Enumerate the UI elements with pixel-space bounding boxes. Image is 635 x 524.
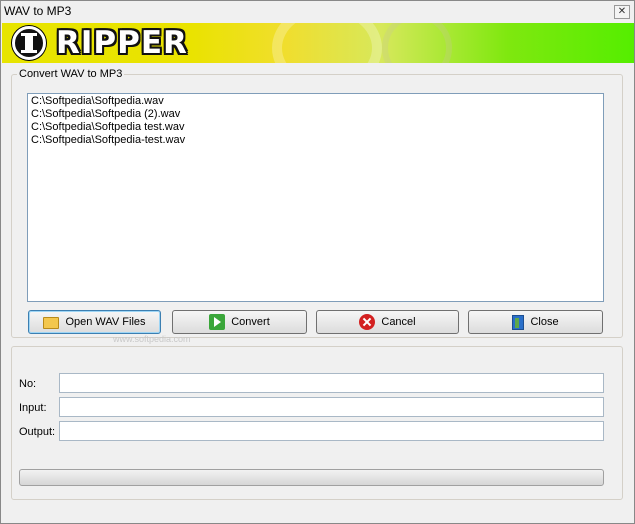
open-wav-files-button[interactable]: Open WAV Files — [28, 310, 161, 334]
exit-door-icon — [512, 314, 525, 330]
convert-group-label: Convert WAV to MP3 — [17, 68, 125, 80]
no-label: No: — [19, 378, 37, 390]
cancel-x-icon — [359, 314, 376, 330]
watermark: www.softpedia.com — [113, 334, 191, 344]
file-list[interactable]: C:\Softpedia\Softpedia.wav C:\Softpedia\… — [27, 93, 604, 302]
title-bar[interactable]: WAV to MP3 ✕ — [1, 1, 634, 23]
ripper-banner: RIPPER — [2, 23, 634, 63]
close-button[interactable]: Close — [468, 310, 603, 334]
list-item[interactable]: C:\Softpedia\Softpedia (2).wav — [31, 108, 600, 121]
progress-bar — [19, 469, 604, 486]
close-button-label: Close — [530, 316, 559, 328]
arrow-right-icon — [209, 314, 226, 330]
window-title: WAV to MP3 — [4, 4, 72, 18]
convert-button[interactable]: Convert — [172, 310, 307, 334]
list-item[interactable]: C:\Softpedia\Softpedia test.wav — [31, 121, 600, 134]
output-label: Output: — [19, 426, 56, 438]
window-close-button[interactable]: ✕ — [614, 5, 630, 19]
banner-gear-decoration — [272, 23, 382, 63]
ripper-logo-icon — [12, 26, 46, 60]
open-button-label: Open WAV Files — [65, 316, 146, 328]
no-field — [59, 373, 604, 393]
logo-text: RIPPER — [56, 25, 188, 61]
cancel-button-label: Cancel — [381, 316, 416, 328]
banner-gear-decoration-2 — [382, 23, 452, 63]
list-item[interactable]: C:\Softpedia\Softpedia.wav — [31, 95, 600, 108]
input-label: Input: — [19, 402, 47, 414]
input-field — [59, 397, 604, 417]
output-field — [59, 421, 604, 441]
folder-open-icon — [43, 317, 60, 329]
list-item[interactable]: C:\Softpedia\Softpedia-test.wav — [31, 134, 600, 147]
convert-button-label: Convert — [231, 316, 270, 328]
cancel-button[interactable]: Cancel — [316, 310, 459, 334]
